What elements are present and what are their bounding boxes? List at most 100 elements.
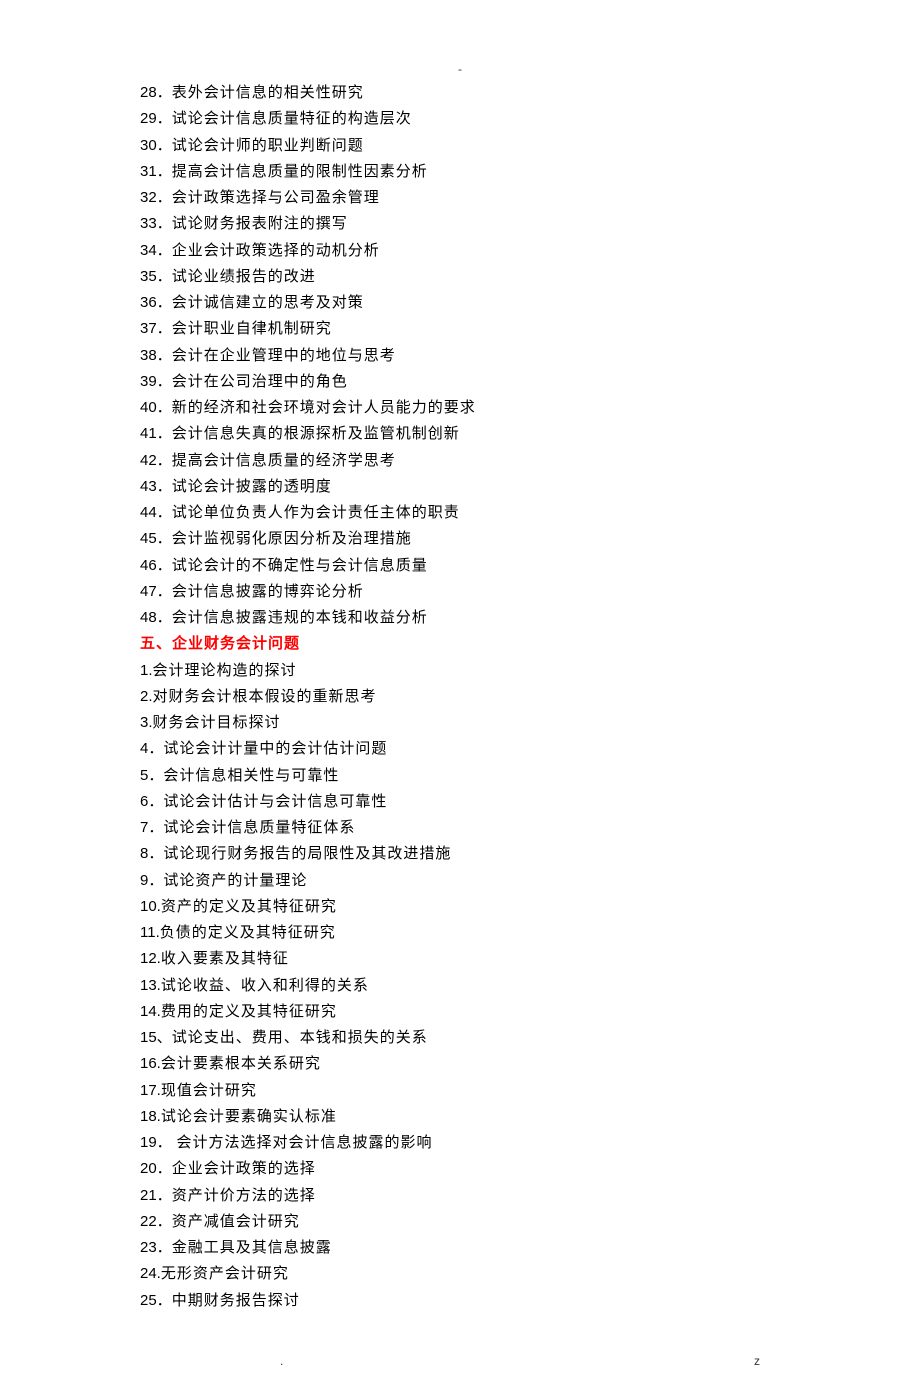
list-item: 10.资产的定义及其特征研究 [140, 894, 780, 920]
list-item: 22．资产减值会计研究 [140, 1209, 780, 1235]
item-number: 19． [140, 1134, 172, 1151]
item-number: 12. [140, 950, 161, 967]
list-item: 37．会计职业自律机制研究 [140, 316, 780, 342]
list-item: 23．金融工具及其信息披露 [140, 1235, 780, 1261]
list-item: 36．会计诚信建立的思考及对策 [140, 290, 780, 316]
item-text: 会计理论构造的探讨 [153, 663, 297, 679]
list-item: 20．企业会计政策的选择 [140, 1156, 780, 1182]
item-text: 金融工具及其信息披露 [172, 1240, 332, 1256]
item-text: 会计信息失真的根源探析及监管机制创新 [172, 426, 460, 442]
list-item: 45．会计监视弱化原因分析及治理措施 [140, 526, 780, 552]
section-heading: 五、企业财务会计问题 [140, 631, 780, 657]
item-text: 试论会计估计与会计信息可靠性 [163, 794, 387, 810]
list-item: 46．试论会计的不确定性与会计信息质量 [140, 553, 780, 579]
item-number: 36． [140, 294, 172, 311]
item-number: 44． [140, 504, 172, 521]
item-number: 32． [140, 189, 172, 206]
item-text: 会计信息披露违规的本钱和收益分析 [172, 610, 428, 626]
item-text: 试论会计信息质量特征的构造层次 [172, 111, 412, 127]
list-item: 17.现值会计研究 [140, 1078, 780, 1104]
section-b-list: 1.会计理论构造的探讨2.对财务会计根本假设的重新思考3.财务会计目标探讨4．试… [140, 658, 780, 1314]
section-a-list: 28．表外会计信息的相关性研究 29．试论会计信息质量特征的构造层次 30．试论会计… [140, 80, 780, 631]
list-item: 41．会计信息失真的根源探析及监管机制创新 [140, 421, 780, 447]
list-item: 33．试论财务报表附注的撰写 [140, 211, 780, 237]
item-text: 试论会计师的职业判断问题 [172, 138, 364, 154]
item-number: 31． [140, 163, 172, 180]
item-number: 18. [140, 1108, 161, 1125]
item-number: 45． [140, 530, 172, 547]
list-item: 48．会计信息披露违规的本钱和收益分析 [140, 605, 780, 631]
list-item: 14.费用的定义及其特征研究 [140, 999, 780, 1025]
item-text: 收入要素及其特征 [161, 951, 289, 967]
item-text: 无形资产会计研究 [161, 1266, 289, 1282]
item-number: 46． [140, 557, 172, 574]
item-text: 试论会计信息质量特征体系 [163, 820, 355, 836]
item-text: 费用的定义及其特征研究 [161, 1004, 337, 1020]
item-text: 对财务会计根本假设的重新思考 [153, 689, 377, 705]
item-number: 37． [140, 320, 172, 337]
item-text: 提高会计信息质量的经济学思考 [172, 453, 396, 469]
item-number: 10. [140, 898, 161, 915]
item-number: 29． [140, 110, 172, 127]
list-item: 43．试论会计披露的透明度 [140, 474, 780, 500]
item-number: 28． [140, 84, 172, 101]
item-number: 39． [140, 373, 172, 390]
item-text: 新的经济和社会环境对会计人员能力的要求 [172, 400, 476, 416]
item-number: 48． [140, 609, 172, 626]
list-item: 4．试论会计计量中的会计估计问题 [140, 736, 780, 762]
item-text: 试论收益、收入和利得的关系 [161, 978, 369, 994]
item-number: 4． [140, 740, 163, 757]
item-number: 6． [140, 793, 163, 810]
item-text: 会计政策选择与公司盈余管理 [172, 190, 380, 206]
item-number: 20． [140, 1160, 172, 1177]
list-item: 11.负债的定义及其特征研究 [140, 920, 780, 946]
item-text: 提高会计信息质量的限制性因素分析 [172, 164, 428, 180]
item-text: 会计信息披露的博弈论分析 [172, 584, 364, 600]
list-item: 40．新的经济和社会环境对会计人员能力的要求 [140, 395, 780, 421]
list-item: 47．会计信息披露的博弈论分析 [140, 579, 780, 605]
item-number: 43． [140, 478, 172, 495]
list-item: 6．试论会计估计与会计信息可靠性 [140, 789, 780, 815]
item-text: 试论财务报表附注的撰写 [172, 216, 348, 232]
item-text: 会计诚信建立的思考及对策 [172, 295, 364, 311]
list-item: 35．试论业绩报告的改进 [140, 264, 780, 290]
item-text: 会计在企业管理中的地位与思考 [172, 348, 396, 364]
item-number: 9． [140, 872, 163, 889]
item-number: 22． [140, 1213, 172, 1230]
item-number: 24. [140, 1265, 161, 1282]
item-text: 试论业绩报告的改进 [172, 269, 316, 285]
item-text: 试论会计的不确定性与会计信息质量 [172, 558, 428, 574]
list-item: 2.对财务会计根本假设的重新思考 [140, 684, 780, 710]
page-footer: . z [0, 1354, 920, 1398]
list-item: 13.试论收益、收入和利得的关系 [140, 973, 780, 999]
list-item: 30．试论会计师的职业判断问题 [140, 133, 780, 159]
list-item: 28．表外会计信息的相关性研究 [140, 80, 780, 106]
item-text: 财务会计目标探讨 [153, 715, 281, 731]
document-page: - 28．表外会计信息的相关性研究 29．试论会计信息质量特征的构造层次 30．试论… [0, 0, 920, 1354]
item-text: 试论会计要素确实认标准 [161, 1109, 337, 1125]
item-number: 17. [140, 1082, 161, 1099]
item-number: 21． [140, 1187, 172, 1204]
item-text: 会计方法选择对会计信息披露的影响 [172, 1135, 433, 1151]
item-text: 资产减值会计研究 [172, 1214, 300, 1230]
item-text: 试论会计计量中的会计估计问题 [163, 741, 387, 757]
item-number: 13. [140, 977, 161, 994]
item-number: 14. [140, 1003, 161, 1020]
item-number: 1. [140, 662, 153, 679]
item-number: 3. [140, 714, 153, 731]
list-item: 18.试论会计要素确实认标准 [140, 1104, 780, 1130]
list-item: 21．资产计价方法的选择 [140, 1183, 780, 1209]
item-number: 15、 [140, 1029, 172, 1046]
item-number: 42． [140, 452, 172, 469]
top-mark: - [458, 62, 462, 77]
item-number: 35． [140, 268, 172, 285]
item-text: 企业会计政策的选择 [172, 1161, 316, 1177]
item-number: 23． [140, 1239, 172, 1256]
list-item: 9．试论资产的计量理论 [140, 868, 780, 894]
footer-left: . [280, 1354, 283, 1368]
item-text: 会计职业自律机制研究 [172, 321, 332, 337]
list-item: 19． 会计方法选择对会计信息披露的影响 [140, 1130, 780, 1156]
list-item: 24.无形资产会计研究 [140, 1261, 780, 1287]
item-text: 资产的定义及其特征研究 [161, 899, 337, 915]
item-text: 企业会计政策选择的动机分析 [172, 243, 380, 259]
